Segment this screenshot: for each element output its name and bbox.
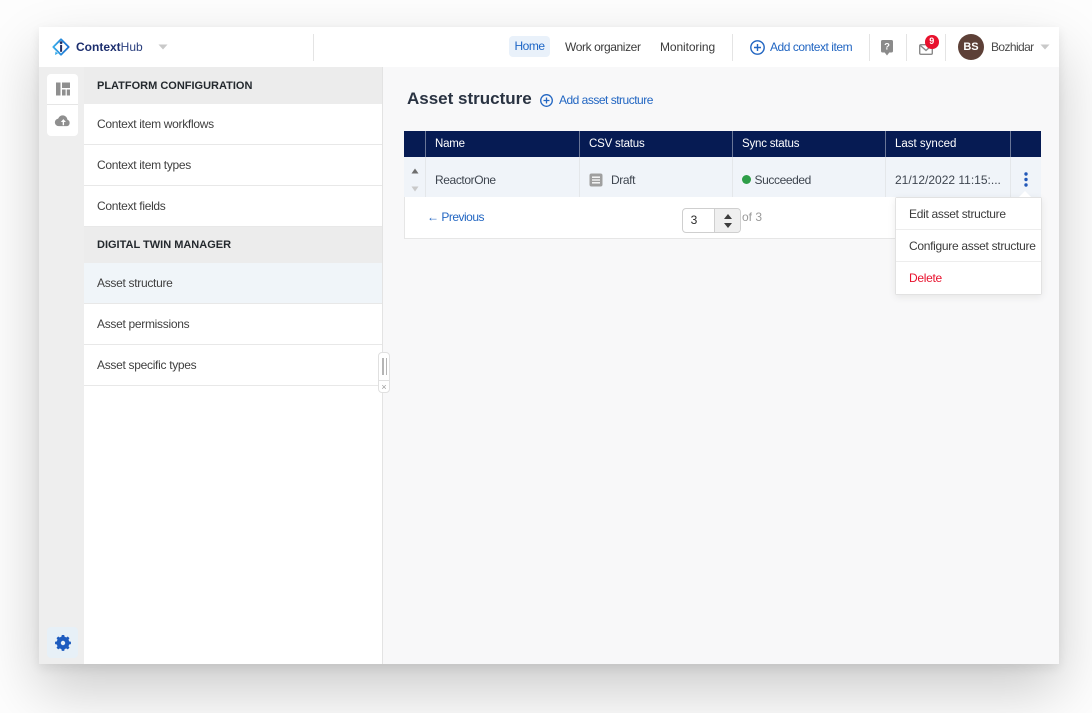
svg-text:?: ? (884, 42, 890, 53)
